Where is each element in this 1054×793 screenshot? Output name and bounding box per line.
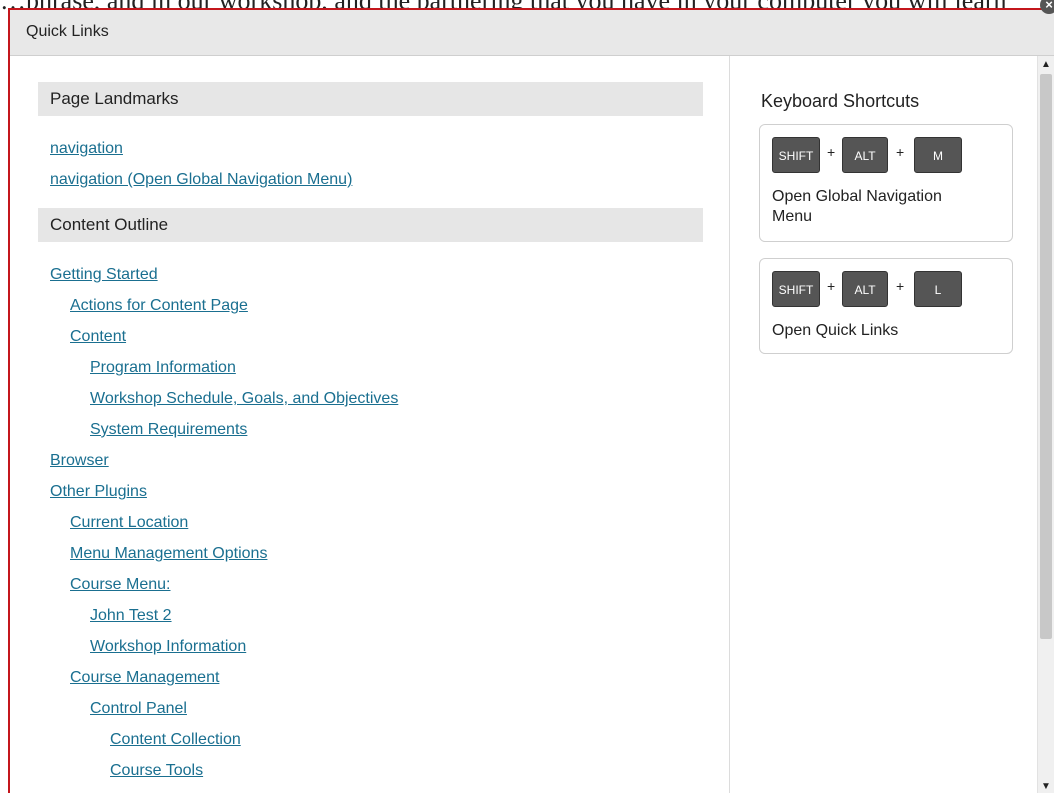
landmark-link-navigation[interactable]: navigation [50,140,123,158]
shortcut-description: Open Quick Links [772,322,899,339]
dialog-title: Quick Links [26,23,109,40]
quick-links-dialog: Quick Links Page Landmarks navigation na… [8,8,1054,793]
shortcut-card-quick-links: SHIFT + ALT + L Open Quick Links [759,258,1013,354]
scroll-down-arrow-icon[interactable]: ▼ [1038,778,1054,793]
m-key: M [914,137,962,173]
shortcut-description: Open Global Navigation Menu [772,188,942,225]
outline-link[interactable]: Content [70,328,126,346]
outline-link[interactable]: Other Plugins [50,483,147,501]
plus-sign: + [827,144,836,160]
quick-links-left-pane: Page Landmarks navigation navigation (Op… [10,56,728,793]
outline-link[interactable]: Workshop Information [90,638,246,656]
vertical-scrollbar[interactable]: ▲ ▼ [1037,56,1054,793]
outline-link[interactable]: Course Management [70,669,219,687]
keyboard-shortcuts-pane: Keyboard Shortcuts SHIFT + ALT + M Open … [729,56,1038,793]
outline-link[interactable]: Control Panel [90,700,187,718]
outline-link[interactable]: Menu Management Options [70,545,267,563]
page-landmarks-header: Page Landmarks [38,82,703,116]
outline-link[interactable]: Workshop Schedule, Goals, and Objectives [90,390,398,408]
outline-link[interactable]: Browser [50,452,109,470]
scroll-up-arrow-icon[interactable]: ▲ [1038,56,1054,73]
alt-key: ALT [842,271,888,307]
plus-sign: + [827,278,836,294]
content-outline-header: Content Outline [38,208,703,242]
alt-key: ALT [842,137,888,173]
shift-key: SHIFT [772,137,820,173]
outline-link[interactable]: Course Menu: [70,576,171,594]
scrollbar-thumb[interactable] [1040,74,1052,639]
outline-link[interactable]: Course Tools [110,762,203,780]
outline-link[interactable]: Program Information [90,359,236,377]
shift-key: SHIFT [772,271,820,307]
outline-link[interactable]: Content Collection [110,731,241,749]
outline-link[interactable]: Getting Started [50,266,158,284]
plus-sign: + [896,278,905,294]
outline-link[interactable]: Actions for Content Page [70,297,248,315]
landmark-link-global-navigation[interactable]: navigation (Open Global Navigation Menu) [50,171,352,189]
outline-link[interactable]: John Test 2 [90,607,172,625]
outline-link[interactable]: System Requirements [90,421,247,439]
dialog-titlebar: Quick Links [10,10,1054,56]
outline-link[interactable]: Current Location [70,514,188,532]
l-key: L [914,271,962,307]
shortcut-card-global-navigation: SHIFT + ALT + M Open Global Navigation M… [759,124,1013,242]
plus-sign: + [896,144,905,160]
keyboard-shortcuts-title: Keyboard Shortcuts [761,91,920,111]
